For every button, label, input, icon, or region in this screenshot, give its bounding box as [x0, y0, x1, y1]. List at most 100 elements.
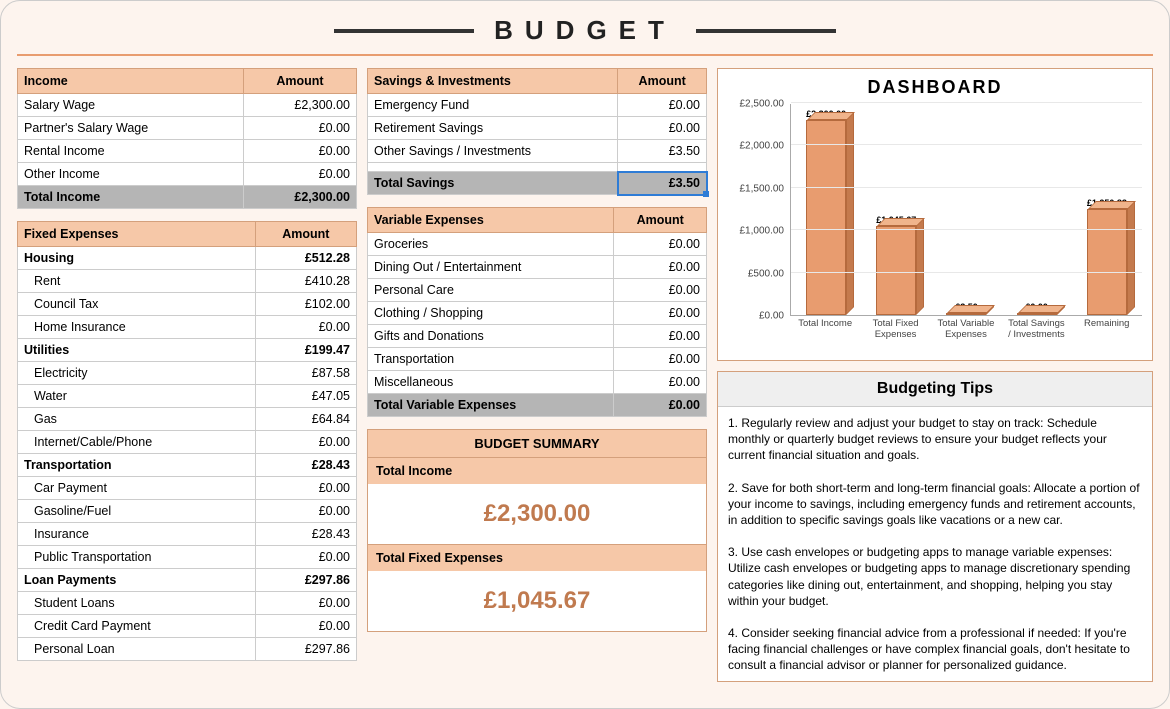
table-row-value[interactable]: £2,300.00	[243, 94, 356, 117]
chart-bar: £1,250.83	[1080, 209, 1134, 315]
subitem-label[interactable]: Personal Loan	[18, 638, 256, 661]
y-tick-label: £1,500.00	[740, 183, 785, 194]
y-tick-label: £2,500.00	[740, 99, 785, 110]
table-row-label[interactable]: Emergency Fund	[368, 94, 618, 117]
x-category-label: Remaining	[1077, 318, 1137, 354]
subitem-label[interactable]: Insurance	[18, 523, 256, 546]
tip-item: 3. Use cash envelopes or budgeting apps …	[718, 536, 1152, 617]
table-row-value[interactable]: £0.00	[614, 325, 707, 348]
subitem-value[interactable]: £0.00	[255, 477, 356, 500]
subitem-label[interactable]: Rent	[18, 270, 256, 293]
summary-row-value: £2,300.00	[368, 484, 706, 544]
table-row-label[interactable]: Transportation	[368, 348, 614, 371]
table-row-value[interactable]: £0.00	[614, 256, 707, 279]
table-row-label[interactable]: Gifts and Donations	[368, 325, 614, 348]
subitem-label[interactable]: Water	[18, 385, 256, 408]
x-category-label: Total Income	[795, 318, 855, 354]
subitem-label[interactable]: Student Loans	[18, 592, 256, 615]
subitem-value[interactable]: £28.43	[255, 523, 356, 546]
table-row-label[interactable]: Partner's Salary Wage	[18, 117, 244, 140]
table-row-value[interactable]: £0.00	[614, 371, 707, 394]
subitem-label[interactable]: Home Insurance	[18, 316, 256, 339]
income-header: Income	[18, 69, 244, 94]
table-row-value[interactable]: £0.00	[614, 302, 707, 325]
table-row-value[interactable]: £0.00	[243, 117, 356, 140]
chart-bar: £3.50	[939, 313, 993, 315]
table-row-value[interactable]: £0.00	[243, 140, 356, 163]
subitem-label[interactable]: Car Payment	[18, 477, 256, 500]
subitem-value[interactable]: £297.86	[255, 638, 356, 661]
table-row-value[interactable]: £0.00	[618, 117, 707, 140]
table-row-value[interactable]: £0.00	[614, 233, 707, 256]
subitem-value[interactable]: £0.00	[255, 592, 356, 615]
dashboard-panel: DASHBOARD £0.00£500.00£1,000.00£1,500.00…	[717, 68, 1153, 361]
y-tick-label: £1,000.00	[740, 226, 785, 237]
subitem-label[interactable]: Credit Card Payment	[18, 615, 256, 638]
y-tick-label: £2,000.00	[740, 141, 785, 152]
chart-bar: £0.00	[1010, 313, 1064, 315]
category-value[interactable]: £199.47	[255, 339, 356, 362]
x-category-label: Total Savings / Investments	[1006, 318, 1066, 354]
category-value[interactable]: £512.28	[255, 247, 356, 270]
table-row-label[interactable]: Salary Wage	[18, 94, 244, 117]
budget-summary: BUDGET SUMMARY Total Income£2,300.00Tota…	[367, 429, 707, 632]
table-row-value[interactable]: £0.00	[618, 94, 707, 117]
total-savings-label: Total Savings	[368, 172, 618, 195]
x-category-label: Total Fixed Expenses	[866, 318, 926, 354]
table-row-label[interactable]: Miscellaneous	[368, 371, 614, 394]
table-row-label[interactable]: Other Savings / Investments	[368, 140, 618, 163]
table-row-label[interactable]: Dining Out / Entertainment	[368, 256, 614, 279]
subitem-label[interactable]: Public Transportation	[18, 546, 256, 569]
y-tick-label: £0.00	[759, 311, 784, 322]
category-label[interactable]: Transportation	[18, 454, 256, 477]
table-row-label[interactable]: Other Income	[18, 163, 244, 186]
subitem-value[interactable]: £0.00	[255, 546, 356, 569]
category-label[interactable]: Housing	[18, 247, 256, 270]
subitem-value[interactable]: £64.84	[255, 408, 356, 431]
subitem-label[interactable]: Internet/Cable/Phone	[18, 431, 256, 454]
subitem-value[interactable]: £0.00	[255, 615, 356, 638]
table-row-label[interactable]: Retirement Savings	[368, 117, 618, 140]
dashboard-chart: £0.00£500.00£1,000.00£1,500.00£2,000.00£…	[728, 104, 1142, 354]
total-variable-label: Total Variable Expenses	[368, 394, 614, 417]
subitem-value[interactable]: £47.05	[255, 385, 356, 408]
table-row-value[interactable]: £0.00	[614, 348, 707, 371]
subitem-label[interactable]: Council Tax	[18, 293, 256, 316]
total-savings-value[interactable]: £3.50	[618, 172, 707, 195]
category-value[interactable]: £297.86	[255, 569, 356, 592]
subitem-value[interactable]: £0.00	[255, 431, 356, 454]
amount-header: Amount	[243, 69, 356, 94]
table-row-value[interactable]: £0.00	[243, 163, 356, 186]
table-row-label[interactable]: Groceries	[368, 233, 614, 256]
category-label[interactable]: Utilities	[18, 339, 256, 362]
table-row-label[interactable]: Rental Income	[18, 140, 244, 163]
table-row-value[interactable]: £0.00	[614, 279, 707, 302]
subitem-label[interactable]: Electricity	[18, 362, 256, 385]
total-variable-value: £0.00	[614, 394, 707, 417]
table-row-label[interactable]: Clothing / Shopping	[368, 302, 614, 325]
amount-header: Amount	[618, 69, 707, 94]
subitem-value[interactable]: £102.00	[255, 293, 356, 316]
subitem-label[interactable]: Gas	[18, 408, 256, 431]
subitem-value[interactable]: £0.00	[255, 500, 356, 523]
subitem-value[interactable]: £87.58	[255, 362, 356, 385]
subitem-value[interactable]: £410.28	[255, 270, 356, 293]
table-row-label[interactable]: Personal Care	[368, 279, 614, 302]
table-row-value[interactable]	[618, 163, 707, 172]
summary-title: BUDGET SUMMARY	[368, 430, 706, 457]
subitem-value[interactable]: £0.00	[255, 316, 356, 339]
decor-line-left	[334, 29, 474, 33]
page-header: BUDGET	[1, 1, 1169, 54]
budgeting-tips-panel: Budgeting Tips 1. Regularly review and a…	[717, 371, 1153, 682]
amount-header: Amount	[614, 208, 707, 233]
summary-row-value: £1,045.67	[368, 571, 706, 631]
table-row-value[interactable]: £3.50	[618, 140, 707, 163]
subitem-label[interactable]: Gasoline/Fuel	[18, 500, 256, 523]
tip-item: 2. Save for both short-term and long-ter…	[718, 472, 1152, 537]
fixed-expenses-table: Fixed ExpensesAmount Housing£512.28Rent£…	[17, 221, 357, 661]
category-label[interactable]: Loan Payments	[18, 569, 256, 592]
savings-header: Savings & Investments	[368, 69, 618, 94]
table-row-label[interactable]	[368, 163, 618, 172]
variable-header: Variable Expenses	[368, 208, 614, 233]
category-value[interactable]: £28.43	[255, 454, 356, 477]
